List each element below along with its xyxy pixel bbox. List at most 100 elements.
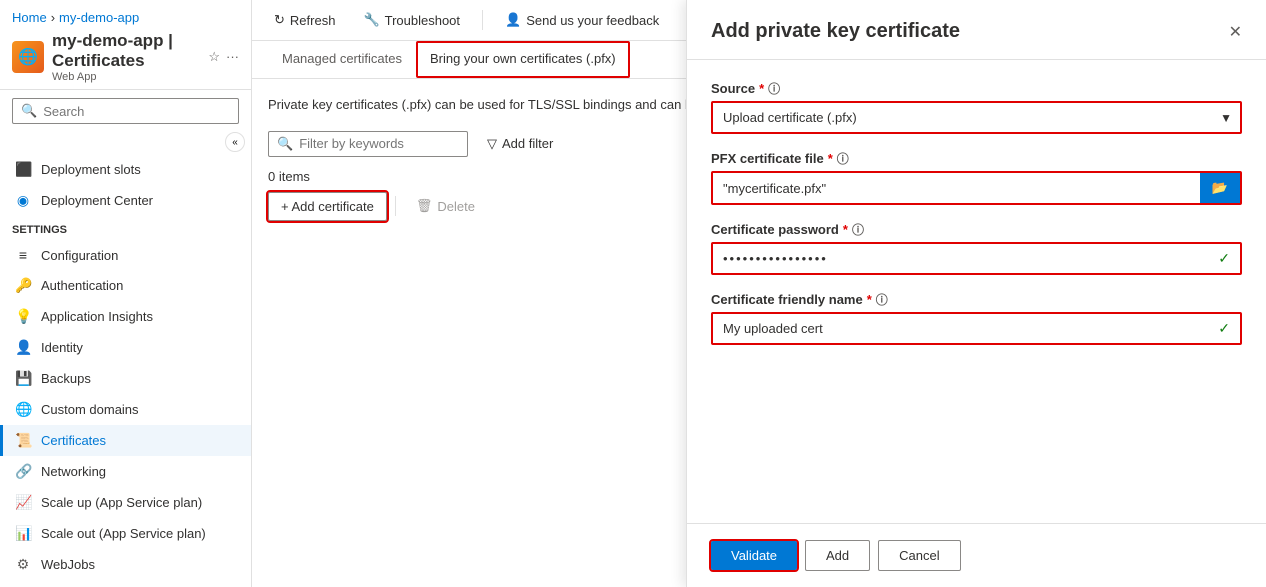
pfx-info-icon[interactable]: ⓘ [837, 150, 849, 167]
deployment-slots-icon: ⬛ [15, 161, 31, 178]
sidebar-item-label: Application Insights [41, 309, 153, 324]
title-actions: ☆ ··· [208, 49, 239, 65]
password-input[interactable] [713, 244, 1240, 273]
panel-close-button[interactable]: ✕ [1229, 22, 1242, 42]
friendly-name-input-row: ✓ [711, 312, 1242, 345]
feedback-label: Send us your feedback [526, 13, 659, 28]
backups-icon: 💾 [15, 370, 31, 387]
app-title-group: my-demo-app | Certificates Web App [52, 31, 200, 83]
source-required: * [759, 81, 764, 96]
breadcrumb-separator: › [51, 10, 55, 25]
troubleshoot-label: Troubleshoot [385, 13, 460, 28]
pfx-required: * [828, 151, 833, 166]
sidebar-item-label: Custom domains [41, 402, 139, 417]
delete-button[interactable]: 🗑 Delete [404, 192, 487, 220]
password-required: * [843, 222, 848, 237]
add-button[interactable]: Add [805, 540, 870, 571]
sidebar-item-scale-up[interactable]: 📈 Scale up (App Service plan) [0, 487, 251, 518]
troubleshoot-button[interactable]: 🔧 Troubleshoot [357, 8, 466, 32]
sidebar-item-scale-out[interactable]: 📊 Scale out (App Service plan) [0, 518, 251, 549]
scale-up-icon: 📈 [15, 494, 31, 511]
add-filter-button[interactable]: ▽ Add filter [478, 131, 562, 157]
sidebar-item-label: Backups [41, 371, 91, 386]
sidebar-item-deployment-center[interactable]: ◉ Deployment Center [0, 185, 251, 216]
sidebar-item-application-insights[interactable]: 💡 Application Insights [0, 301, 251, 332]
star-icon[interactable]: ☆ [208, 49, 220, 65]
sidebar-item-networking[interactable]: 🔗 Networking [0, 456, 251, 487]
source-field-group: Source * ⓘ Upload certificate (.pfx)Impo… [711, 80, 1242, 134]
password-check-icon: ✓ [1218, 250, 1230, 267]
delete-label: Delete [437, 199, 475, 214]
filter-input[interactable] [299, 136, 459, 151]
friendly-name-field-group: Certificate friendly name * ⓘ ✓ [711, 291, 1242, 345]
sidebar-item-label: Scale up (App Service plan) [41, 495, 202, 510]
source-label-text: Source [711, 81, 755, 96]
panel-footer: Validate Add Cancel [687, 523, 1266, 587]
search-icon: 🔍 [21, 103, 37, 119]
refresh-label: Refresh [290, 13, 336, 28]
sidebar-item-webjobs[interactable]: ⚙ WebJobs [0, 549, 251, 580]
password-label-text: Certificate password [711, 222, 839, 237]
breadcrumb-home[interactable]: Home [12, 10, 47, 25]
feedback-button[interactable]: 👤 Send us your feedback [499, 8, 665, 32]
filter-input-wrapper: 🔍 [268, 131, 468, 157]
search-input[interactable] [43, 104, 230, 119]
refresh-button[interactable]: ↻ Refresh [268, 8, 341, 32]
toolbar-separator [482, 10, 483, 30]
settings-section-label: Settings [0, 216, 251, 240]
breadcrumb-app[interactable]: my-demo-app [59, 10, 139, 25]
sidebar-item-label: Deployment slots [41, 162, 141, 177]
more-icon[interactable]: ··· [226, 49, 239, 65]
breadcrumb: Home › my-demo-app [12, 10, 239, 25]
sidebar-item-identity[interactable]: 👤 Identity [0, 332, 251, 363]
pfx-field-group: PFX certificate file * ⓘ 📂 [711, 150, 1242, 205]
source-select[interactable]: Upload certificate (.pfx)Import App Serv… [711, 101, 1242, 134]
feedback-icon: 👤 [505, 12, 521, 28]
friendly-name-required: * [867, 292, 872, 307]
tab-own-certs[interactable]: Bring your own certificates (.pfx) [416, 41, 630, 78]
pfx-label-text: PFX certificate file [711, 151, 824, 166]
sidebar-item-backups[interactable]: 💾 Backups [0, 363, 251, 394]
tab-managed[interactable]: Managed certificates [268, 41, 416, 78]
deployment-center-icon: ◉ [15, 192, 31, 209]
source-info-icon[interactable]: ⓘ [768, 80, 780, 97]
pfx-browse-button[interactable]: 📂 [1200, 173, 1240, 203]
friendly-name-input[interactable] [713, 314, 1240, 343]
sidebar-item-label: Configuration [41, 248, 118, 263]
app-icon: 🌐 [12, 41, 44, 73]
sidebar-item-certificates[interactable]: 📜 Certificates [0, 425, 251, 456]
source-select-wrapper: Upload certificate (.pfx)Import App Serv… [711, 101, 1242, 134]
sidebar-item-configuration[interactable]: ≡ Configuration [0, 240, 251, 270]
pfx-file-input-row: 📂 [711, 171, 1242, 205]
sidebar-header: Home › my-demo-app 🌐 my-demo-app | Certi… [0, 0, 251, 90]
sidebar: Home › my-demo-app 🌐 my-demo-app | Certi… [0, 0, 252, 587]
main-content: ↻ Refresh 🔧 Troubleshoot 👤 Send us your … [252, 0, 1266, 587]
refresh-icon: ↻ [274, 12, 285, 28]
sidebar-item-label: Authentication [41, 278, 123, 293]
sidebar-item-deployment-slots[interactable]: ⬛ Deployment slots [0, 154, 251, 185]
pfx-file-input[interactable] [713, 173, 1200, 203]
validate-button[interactable]: Validate [711, 541, 797, 570]
sidebar-collapse-button[interactable]: « [225, 132, 245, 152]
certificates-icon: 📜 [15, 432, 31, 449]
networking-icon: 🔗 [15, 463, 31, 480]
troubleshoot-icon: 🔧 [363, 12, 379, 28]
password-label: Certificate password * ⓘ [711, 221, 1242, 238]
cancel-button[interactable]: Cancel [878, 540, 960, 571]
sidebar-item-label: WebJobs [41, 557, 95, 572]
app-subtitle: Web App [52, 71, 200, 83]
configuration-icon: ≡ [15, 247, 31, 263]
file-browse-icon: 📂 [1212, 180, 1228, 196]
sidebar-item-label: Identity [41, 340, 83, 355]
sidebar-item-authentication[interactable]: 🔑 Authentication [0, 270, 251, 301]
add-filter-label: Add filter [502, 136, 553, 151]
panel-body: Source * ⓘ Upload certificate (.pfx)Impo… [687, 60, 1266, 523]
sidebar-item-label: Networking [41, 464, 106, 479]
scale-out-icon: 📊 [15, 525, 31, 542]
app-title-row: 🌐 my-demo-app | Certificates Web App ☆ ·… [12, 31, 239, 83]
panel-title: Add private key certificate [711, 20, 960, 43]
friendly-name-info-icon[interactable]: ⓘ [876, 291, 888, 308]
add-certificate-button[interactable]: + Add certificate [268, 192, 387, 221]
password-info-icon[interactable]: ⓘ [852, 221, 864, 238]
sidebar-item-custom-domains[interactable]: 🌐 Custom domains [0, 394, 251, 425]
